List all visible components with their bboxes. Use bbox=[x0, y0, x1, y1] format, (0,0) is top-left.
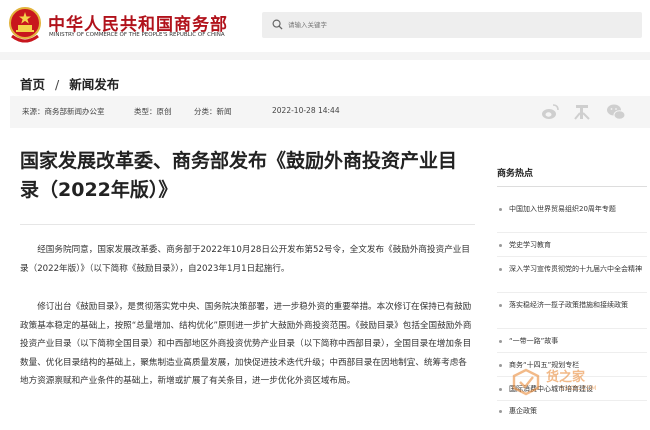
bullet-icon bbox=[499, 410, 502, 413]
article-paragraph-2: 修订出台《鼓励目录》，是贯彻落实党中央、国务院决策部署，进一步稳外资的重要举措。… bbox=[20, 302, 472, 386]
sidebar-divider bbox=[497, 256, 647, 257]
sidebar-item-stabilize-economy[interactable]: 落实稳经济一揽子政策措施和接续政策 bbox=[497, 298, 647, 312]
sidebar-item-party-history[interactable]: 党史学习教育 bbox=[497, 238, 647, 252]
bullet-icon bbox=[499, 388, 502, 391]
bullet-icon bbox=[499, 268, 502, 271]
title-divider bbox=[20, 224, 475, 225]
weibo-share-icon[interactable] bbox=[540, 102, 560, 122]
sidebar-divider bbox=[497, 232, 647, 233]
breadcrumb-news[interactable]: 新闻发布 bbox=[69, 77, 119, 92]
sidebar-divider bbox=[497, 328, 647, 329]
watermark: 货之家 51HZC.COM bbox=[510, 366, 596, 402]
meta-type: 类型：原创 bbox=[134, 107, 172, 116]
watermark-text: 货之家 bbox=[546, 370, 586, 385]
sidebar-title-divider bbox=[497, 186, 647, 187]
meta-source: 来源：商务部新闻办公室 bbox=[22, 107, 105, 116]
article-paragraph-1: 经国务院同意，国家发展改革委、商务部于2022年10月28日公开发布第52号令，… bbox=[20, 245, 470, 274]
sidebar-item-plenary-spirit[interactable]: 深入学习宣传贯彻党的十九届六中全会精神 bbox=[497, 262, 647, 276]
bullet-icon bbox=[499, 208, 502, 211]
header-divider bbox=[0, 52, 650, 60]
wechat-share-icon[interactable] bbox=[606, 102, 626, 122]
meta-date: 2022-10-28 14:44 bbox=[272, 106, 340, 115]
sidebar-divider bbox=[497, 352, 647, 353]
article-meta-bar: 来源：商务部新闻办公室 类型：原创 分类：新闻 2022-10-28 14:44 bbox=[10, 96, 650, 128]
sidebar-title: 商务热点 bbox=[497, 169, 534, 179]
bullet-icon bbox=[499, 340, 502, 343]
search-icon[interactable] bbox=[272, 19, 283, 30]
bullet-icon bbox=[499, 364, 502, 367]
watermark-url: 51HZC.COM bbox=[560, 385, 597, 392]
sidebar-divider bbox=[497, 292, 647, 293]
sidebar-item-belt-and-road[interactable]: “一带一路”故事 bbox=[497, 334, 647, 348]
watermark-logo-icon bbox=[512, 368, 540, 396]
bullet-icon bbox=[499, 304, 502, 307]
sidebar-item-wto-20th[interactable]: 中国加入世界贸易组织20周年专题 bbox=[497, 202, 647, 216]
search-input[interactable] bbox=[288, 14, 628, 36]
site-header: 中华人民共和国商务部 MINISTRY OF COMMERCE OF THE P… bbox=[0, 0, 650, 52]
national-emblem-icon[interactable] bbox=[8, 6, 42, 44]
breadcrumb: 首页 / 新闻发布 bbox=[20, 74, 119, 93]
breadcrumb-home[interactable]: 首页 bbox=[20, 77, 45, 92]
breadcrumb-separator: / bbox=[55, 77, 60, 92]
bullet-icon bbox=[499, 244, 502, 247]
search-box[interactable] bbox=[262, 12, 642, 38]
article-title: 国家发展改革委、商务部发布《鼓励外商投资产业目录（2022年版）》 bbox=[20, 150, 458, 201]
people-share-icon[interactable] bbox=[572, 102, 592, 122]
sidebar-item-enterprise-policy[interactable]: 惠企政策 bbox=[497, 404, 647, 418]
meta-category: 分类：新闻 bbox=[194, 107, 232, 116]
site-name-english: MINISTRY OF COMMERCE OF THE PEOPLE'S REP… bbox=[49, 32, 225, 38]
